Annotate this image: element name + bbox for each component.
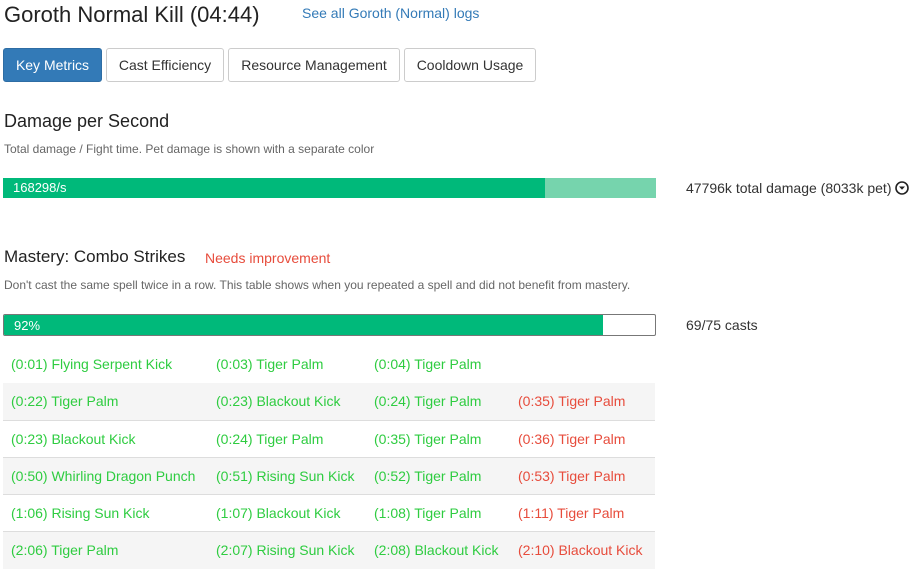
cast-cell: (0:24) Tiger Palm (374, 393, 482, 409)
cast-cell: (0:51) Rising Sun Kick (216, 468, 355, 484)
cast-cell: (0:52) Tiger Palm (374, 468, 482, 484)
repeated-cast-cell: (0:35) Tiger Palm (518, 393, 626, 409)
chevron-down-circle-icon[interactable] (895, 180, 910, 198)
cast-cell: (2:06) Tiger Palm (11, 542, 119, 558)
cast-cell: (2:07) Rising Sun Kick (216, 542, 355, 558)
cast-cell: (0:01) Flying Serpent Kick (11, 356, 173, 372)
repeated-cast-cell: (2:10) Blackout Kick (518, 542, 643, 558)
mastery-subtitle: Don't cast the same spell twice in a row… (4, 278, 631, 292)
mastery-title: Mastery: Combo Strikes (4, 247, 186, 266)
cast-cell: (0:50) Whirling Dragon Punch (11, 468, 196, 484)
dps-value-label: 168298/s (13, 180, 67, 195)
repeated-cast-cell: (0:53) Tiger Palm (518, 468, 626, 484)
repeated-cast-cell: (1:11) Tiger Palm (518, 505, 625, 521)
table-row: (1:06) Rising Sun Kick (1:07) Blackout Ki… (3, 494, 655, 532)
see-all-logs-link[interactable]: See all Goroth (Normal) logs (302, 5, 479, 21)
cast-cell: (1:06) Rising Sun Kick (11, 505, 150, 521)
dps-total-text: 47796k total damage (8033k pet) (686, 180, 892, 196)
repeated-cast-cell: (0:36) Tiger Palm (518, 431, 626, 447)
mastery-bar: 92% (3, 314, 656, 336)
page-title: Goroth Normal Kill (04:44) (4, 2, 260, 27)
dps-total-summary: 47796k total damage (8033k pet) (686, 180, 910, 198)
table-row: (0:22) Tiger Palm (0:23) Blackout Kick (0:… (3, 383, 655, 420)
cast-cell: (0:03) Tiger Palm (216, 356, 324, 372)
table-row: (0:50) Whirling Dragon Punch (0:51) Risin… (3, 457, 655, 495)
mastery-percent-label: 92% (14, 318, 41, 333)
table-row: (0:01) Flying Serpent Kick (0:03) Tiger P… (3, 346, 511, 384)
cast-cell: (0:23) Blackout Kick (11, 431, 136, 447)
cast-cell: (1:07) Blackout Kick (216, 505, 341, 521)
cast-cell: (0:35) Tiger Palm (374, 431, 482, 447)
dps-subtitle: Total damage / Fight time. Pet damage is… (4, 142, 375, 156)
cast-cell: (1:08) Tiger Palm (374, 505, 482, 521)
mastery-fill (4, 315, 603, 335)
cast-cell: (2:08) Blackout Kick (374, 542, 499, 558)
table-row: (2:06) Tiger Palm (2:07) Rising Sun Kick (… (3, 531, 655, 569)
tab-resource-management[interactable]: Resource Management (228, 48, 400, 82)
cast-cell: (0:04) Tiger Palm (374, 356, 482, 372)
mastery-status-badge: Needs improvement (205, 250, 331, 266)
dps-title: Damage per Second (4, 111, 170, 131)
table-row: (0:23) Blackout Kick (0:24) Tiger Palm (0:… (3, 420, 655, 458)
mastery-casts-count: 69/75 casts (686, 317, 758, 333)
cast-cell: (0:24) Tiger Palm (216, 431, 324, 447)
tab-cast-efficiency[interactable]: Cast Efficiency (106, 48, 224, 82)
tab-key-metrics[interactable]: Key Metrics (3, 48, 102, 82)
dps-bar: 168298/s (3, 178, 656, 198)
cast-cell: (0:23) Blackout Kick (216, 393, 341, 409)
cast-cell: (0:22) Tiger Palm (11, 393, 119, 409)
dps-player-segment (3, 178, 545, 198)
tab-cooldown-usage[interactable]: Cooldown Usage (404, 48, 536, 82)
